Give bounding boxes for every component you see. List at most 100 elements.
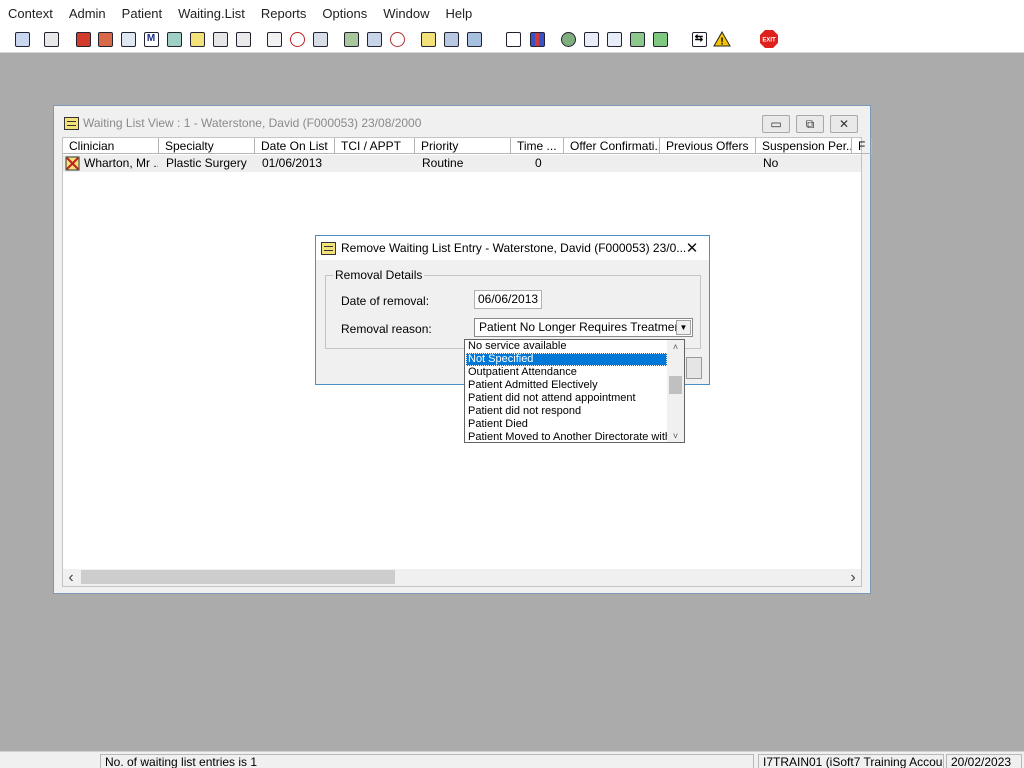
menu-context[interactable]: Context: [0, 0, 61, 27]
dropdown-scroll-thumb[interactable]: [669, 376, 682, 394]
option-patient-did-not-respond[interactable]: Patient did not respond: [466, 405, 667, 418]
gauge-icon[interactable]: [387, 29, 407, 49]
status-date: 20/02/2023: [946, 754, 1022, 768]
close-icon[interactable]: ✕: [683, 239, 701, 257]
patient-status-icon: [65, 156, 80, 171]
photo-icon[interactable]: [341, 29, 361, 49]
cell-tci-appt: [342, 155, 415, 172]
exit-icon[interactable]: EXIT: [759, 29, 779, 49]
print-icon[interactable]: [41, 29, 61, 49]
column-suspension[interactable]: Suspension Per...: [756, 138, 852, 154]
column-offer-confirmation[interactable]: Offer Confirmati...: [564, 138, 660, 154]
menu-patient[interactable]: Patient: [114, 0, 170, 27]
mail-icon[interactable]: [233, 29, 253, 49]
user-icon[interactable]: [12, 29, 32, 49]
dropdown-scrollbar[interactable]: ˄ ˅: [667, 340, 684, 442]
clock-icon[interactable]: [287, 29, 307, 49]
option-no-service-available[interactable]: No service available: [466, 340, 667, 353]
date-of-removal-label: Date of removal:: [341, 294, 430, 308]
status-bar: No. of waiting list entries is 1 I7TRAIN…: [0, 751, 1024, 768]
close-button[interactable]: ✕: [830, 115, 858, 133]
scroll-right-icon[interactable]: ›: [845, 569, 861, 586]
option-not-specified[interactable]: Not Specified: [466, 353, 667, 366]
cell-date-on-list: 01/06/2013: [262, 156, 323, 170]
m-icon[interactable]: M: [141, 29, 161, 49]
column-specialty[interactable]: Specialty: [159, 138, 255, 154]
column-tci-appt[interactable]: TCI / APPT: [335, 138, 415, 154]
menu-reports[interactable]: Reports: [253, 0, 315, 27]
monitor-icon[interactable]: [310, 29, 330, 49]
window-title: Waiting List View : 1 - Waterstone, Davi…: [83, 116, 422, 130]
task-icon[interactable]: [627, 29, 647, 49]
removal-details-group: Removal Details Date of removal: 06/06/2…: [325, 268, 701, 349]
cell-specialty: Plastic Surgery: [166, 156, 247, 170]
edit-book-icon[interactable]: [95, 29, 115, 49]
menu-window[interactable]: Window: [375, 0, 437, 27]
notes-icon[interactable]: [187, 29, 207, 49]
column-previous-offers[interactable]: Previous Offers: [660, 138, 756, 154]
book-icon[interactable]: [73, 29, 93, 49]
option-patient-moved-directorate[interactable]: Patient Moved to Another Directorate wit…: [466, 431, 667, 444]
removal-reason-label: Removal reason:: [341, 322, 432, 336]
menu-admin[interactable]: Admin: [61, 0, 114, 27]
window-title-bar[interactable]: Waiting List View : 1 - Waterstone, Davi…: [54, 106, 870, 137]
svg-text:EXIT: EXIT: [762, 38, 776, 44]
menu-bar: Context Admin Patient Waiting.List Repor…: [0, 0, 1024, 27]
menu-options[interactable]: Options: [314, 0, 375, 27]
notes-icon: [64, 117, 79, 130]
letter-icon[interactable]: [210, 29, 230, 49]
preview-icon[interactable]: [118, 29, 138, 49]
column-clinician[interactable]: Clinician: [63, 138, 159, 154]
option-patient-did-not-attend[interactable]: Patient did not attend appointment: [466, 392, 667, 405]
card-icon[interactable]: [364, 29, 384, 49]
column-priority[interactable]: Priority: [415, 138, 511, 154]
transfer-icon[interactable]: [441, 29, 461, 49]
chevron-up-icon[interactable]: ˄: [667, 340, 684, 353]
status-message: No. of waiting list entries is 1: [100, 754, 754, 768]
refresh-icon[interactable]: [650, 29, 670, 49]
search-doc-icon[interactable]: [264, 29, 284, 49]
menu-waiting-list[interactable]: Waiting.List: [170, 0, 253, 27]
cell-offer-confirmation: [571, 155, 660, 172]
dialog-button[interactable]: [686, 357, 702, 379]
group-label: Removal Details: [333, 268, 425, 282]
document-icon[interactable]: [503, 29, 523, 49]
cell-time: 0: [535, 156, 542, 170]
removal-reason-dropdown: No service available Not Specified Outpa…: [464, 339, 685, 443]
swap-icon[interactable]: ⇆: [689, 29, 709, 49]
dialog-title-bar[interactable]: Remove Waiting List Entry - Waterstone, …: [316, 236, 709, 260]
column-f[interactable]: F: [852, 138, 872, 154]
list-icon[interactable]: [418, 29, 438, 49]
scroll-thumb[interactable]: [81, 570, 395, 584]
option-patient-died[interactable]: Patient Died: [466, 418, 667, 431]
minimize-button[interactable]: ▭: [762, 115, 790, 133]
table-row[interactable]: Wharton, Mr ... Plastic Surgery 01/06/20…: [63, 155, 861, 172]
cell-clinician: Wharton, Mr ...: [84, 156, 158, 170]
svg-text:!: !: [720, 37, 723, 48]
chevron-down-icon[interactable]: ˅: [667, 429, 684, 442]
settings-icon[interactable]: [558, 29, 578, 49]
check-list-icon[interactable]: [581, 29, 601, 49]
notes-icon: [321, 242, 336, 255]
option-outpatient-attendance[interactable]: Outpatient Attendance: [466, 366, 667, 379]
cell-suspension: No: [763, 156, 779, 170]
warning-icon[interactable]: !: [712, 29, 732, 49]
toolbar: M ⇆ ! EXIT: [0, 27, 1024, 53]
menu-help[interactable]: Help: [437, 0, 480, 27]
approve-icon[interactable]: [604, 29, 624, 49]
chevron-down-icon[interactable]: ▼: [676, 320, 691, 335]
person-icon[interactable]: [164, 29, 184, 49]
date-of-removal-field[interactable]: 06/06/2013: [474, 290, 542, 309]
horizontal-scrollbar[interactable]: ‹ ›: [63, 569, 861, 586]
maximize-button[interactable]: ⧉: [796, 115, 824, 133]
column-date-on-list[interactable]: Date On List: [255, 138, 335, 154]
option-patient-admitted-electively[interactable]: Patient Admitted Electively: [466, 379, 667, 392]
column-time[interactable]: Time ...: [511, 138, 564, 154]
cell-previous-offers: [667, 155, 756, 172]
removal-reason-select[interactable]: Patient No Longer Requires Treatment ▼: [474, 318, 693, 337]
status-account: I7TRAIN01 (iSoft7 Training Account): [758, 754, 944, 768]
chart-icon[interactable]: [527, 29, 547, 49]
car-icon[interactable]: [464, 29, 484, 49]
scroll-left-icon[interactable]: ‹: [63, 569, 79, 586]
removal-reason-value: Patient No Longer Requires Treatment: [479, 320, 685, 334]
